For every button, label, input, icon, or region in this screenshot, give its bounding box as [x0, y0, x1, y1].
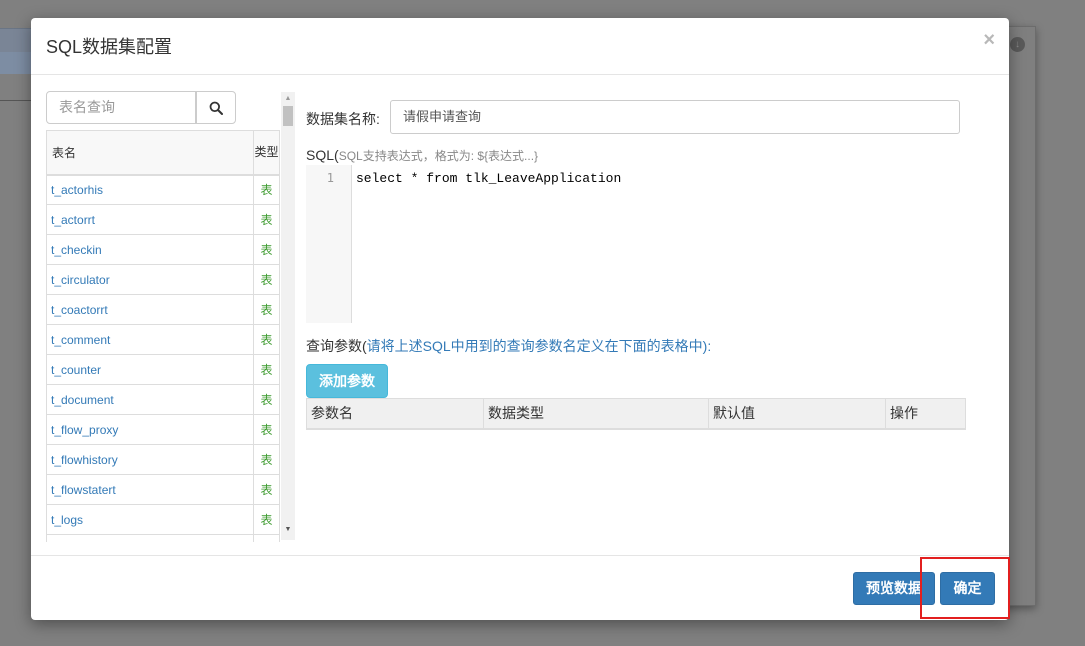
table-search-input[interactable]: 表名查询: [46, 91, 196, 124]
query-params-label: 查询参数(请将上述SQL中用到的查询参数名定义在下面的表格中):: [306, 336, 711, 356]
table-list: 表名 类型 t_actorhis 表 t_actorrt 表 t_checkin 表 t_c…: [46, 130, 280, 542]
table-name-cell[interactable]: t_document: [47, 384, 254, 415]
table-row[interactable]: t_actorrt 表: [47, 204, 280, 235]
table-name-cell[interactable]: t_checkin: [47, 234, 254, 265]
param-header-name: 参数名: [306, 398, 484, 430]
table-type-cell: 表: [253, 414, 280, 445]
sql-label: SQL(SQL支持表达式，格式为: ${表达式...}: [306, 147, 538, 164]
table-name-cell[interactable]: t_flowhistory: [47, 444, 254, 475]
table-name-cell[interactable]: t_flowstatert: [47, 474, 254, 505]
table-row[interactable]: t_flowhistory 表: [47, 444, 280, 475]
table-type-cell: 表: [253, 264, 280, 295]
table-type-cell: 表: [253, 504, 280, 535]
table-type-cell: 表: [253, 384, 280, 415]
column-header-name: 表名: [47, 130, 254, 176]
table-list-scrollbar[interactable]: ▲ ▼: [281, 92, 295, 540]
table-row[interactable]: [47, 534, 280, 542]
dialog-footer: 预览数据 确定: [31, 555, 1009, 620]
table-row[interactable]: t_flow_proxy 表: [47, 414, 280, 445]
download-icon: ↓: [1010, 37, 1025, 52]
sql-code[interactable]: select * from tlk_LeaveApplication: [356, 171, 621, 186]
sql-hint: SQL支持表达式，格式为: ${表达式...}: [338, 149, 539, 163]
dataset-name-input[interactable]: 请假申请查询: [390, 100, 960, 134]
table-name-cell[interactable]: t_coactorrt: [47, 294, 254, 325]
table-name-cell[interactable]: [47, 534, 254, 542]
param-header-data-type: 数据类型: [483, 398, 709, 430]
scrollbar-thumb[interactable]: [283, 106, 293, 126]
table-name-cell[interactable]: t_flow_proxy: [47, 414, 254, 445]
table-type-cell: 表: [253, 444, 280, 475]
sql-label-text: SQL(: [306, 147, 339, 163]
sql-dataset-dialog: SQL数据集配置 × 表名查询 表名 类型 t_actorhis 表 t_actor…: [31, 18, 1009, 620]
dialog-header: SQL数据集配置 ×: [31, 18, 1009, 75]
editor-gutter: 1: [306, 165, 352, 323]
table-row[interactable]: t_actorhis 表: [47, 174, 280, 205]
table-row[interactable]: t_flowstatert 表: [47, 474, 280, 505]
table-type-cell: 表: [253, 354, 280, 385]
table-name-cell[interactable]: t_comment: [47, 324, 254, 355]
dataset-name-label: 数据集名称:: [306, 111, 380, 127]
table-type-cell: [253, 534, 280, 542]
table-name-cell[interactable]: t_actorhis: [47, 174, 254, 205]
line-number: 1: [326, 171, 334, 185]
dialog-title: SQL数据集配置: [46, 37, 173, 57]
search-button[interactable]: [196, 91, 236, 124]
param-header-actions: 操作: [885, 398, 966, 430]
table-name-cell[interactable]: t_actorrt: [47, 204, 254, 235]
table-type-cell: 表: [253, 474, 280, 505]
table-type-cell: 表: [253, 204, 280, 235]
table-name-cell[interactable]: t_counter: [47, 354, 254, 385]
table-type-cell: 表: [253, 324, 280, 355]
table-type-cell: 表: [253, 174, 280, 205]
table-row[interactable]: t_checkin 表: [47, 234, 280, 265]
table-name-cell[interactable]: t_circulator: [47, 264, 254, 295]
table-type-cell: 表: [253, 234, 280, 265]
table-type-cell: 表: [253, 294, 280, 325]
sql-editor[interactable]: 1 select * from tlk_LeaveApplication: [306, 165, 966, 323]
query-params-hint: 请将上述SQL中用到的查询参数名定义在下面的表格中):: [366, 338, 712, 354]
scroll-down-icon[interactable]: ▼: [281, 524, 295, 536]
params-table: 参数名 数据类型 默认值 操作: [306, 398, 966, 430]
highlight-box: [920, 557, 1010, 619]
table-row[interactable]: t_circulator 表: [47, 264, 280, 295]
table-row[interactable]: t_document 表: [47, 384, 280, 415]
column-header-type: 类型: [253, 130, 280, 176]
query-params-label-text: 查询参数(: [306, 338, 367, 354]
close-icon[interactable]: ×: [983, 30, 995, 50]
search-icon: [209, 101, 223, 115]
add-param-button[interactable]: 添加参数: [306, 364, 388, 398]
table-name-cell[interactable]: t_logs: [47, 504, 254, 535]
scroll-up-icon[interactable]: ▲: [281, 94, 295, 104]
table-row[interactable]: t_coactorrt 表: [47, 294, 280, 325]
table-row[interactable]: t_counter 表: [47, 354, 280, 385]
param-header-default-value: 默认值: [708, 398, 886, 430]
table-row[interactable]: t_logs 表: [47, 504, 280, 535]
table-row[interactable]: t_comment 表: [47, 324, 280, 355]
